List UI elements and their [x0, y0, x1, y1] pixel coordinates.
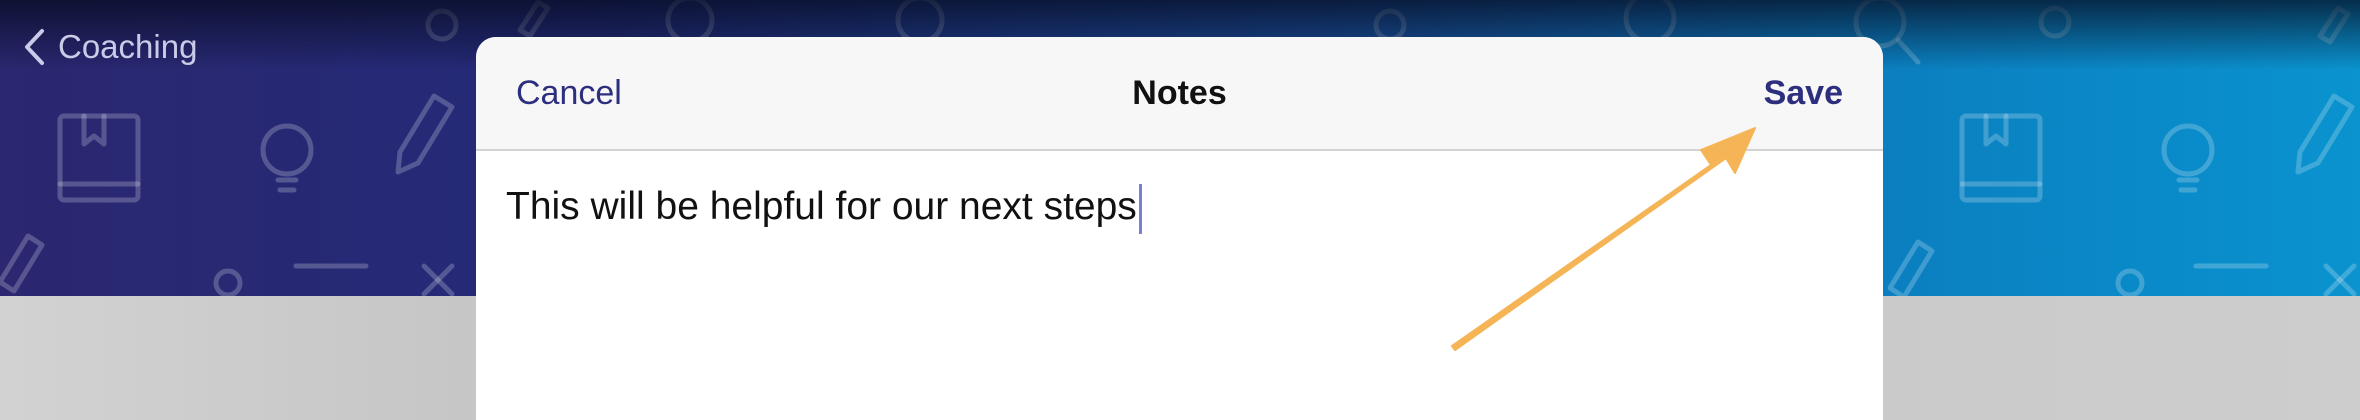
chevron-left-icon: [25, 29, 44, 65]
notes-text-field[interactable]: This will be helpful for our next steps: [506, 181, 1846, 401]
save-button[interactable]: Save: [1764, 37, 1843, 149]
cross-shape-icon: [2323, 263, 2357, 296]
pencil-icon: [1887, 239, 1935, 296]
modal-header: Notes Cancel Save: [476, 37, 1883, 151]
pencil-icon: [2295, 93, 2355, 175]
lightbulb-icon: [260, 123, 314, 193]
lightbulb-icon: [2161, 123, 2215, 193]
notes-text: This will be helpful for our next steps: [506, 185, 1137, 228]
book-icon: [1959, 113, 2043, 203]
cross-shape-icon: [421, 263, 455, 296]
text-cursor: [1138, 183, 1142, 234]
notes-modal: Notes Cancel Save This will be helpful f…: [476, 37, 1883, 420]
cancel-button[interactable]: Cancel: [516, 37, 622, 149]
pencil-icon: [0, 233, 45, 294]
app-screen: Coaching Notes Cancel Save This will be …: [0, 0, 2360, 420]
back-button[interactable]: Coaching: [22, 24, 197, 70]
back-button-label: Coaching: [58, 28, 198, 65]
modal-title: Notes: [1132, 74, 1227, 112]
pencil-icon: [395, 93, 455, 175]
book-icon: [57, 113, 141, 203]
